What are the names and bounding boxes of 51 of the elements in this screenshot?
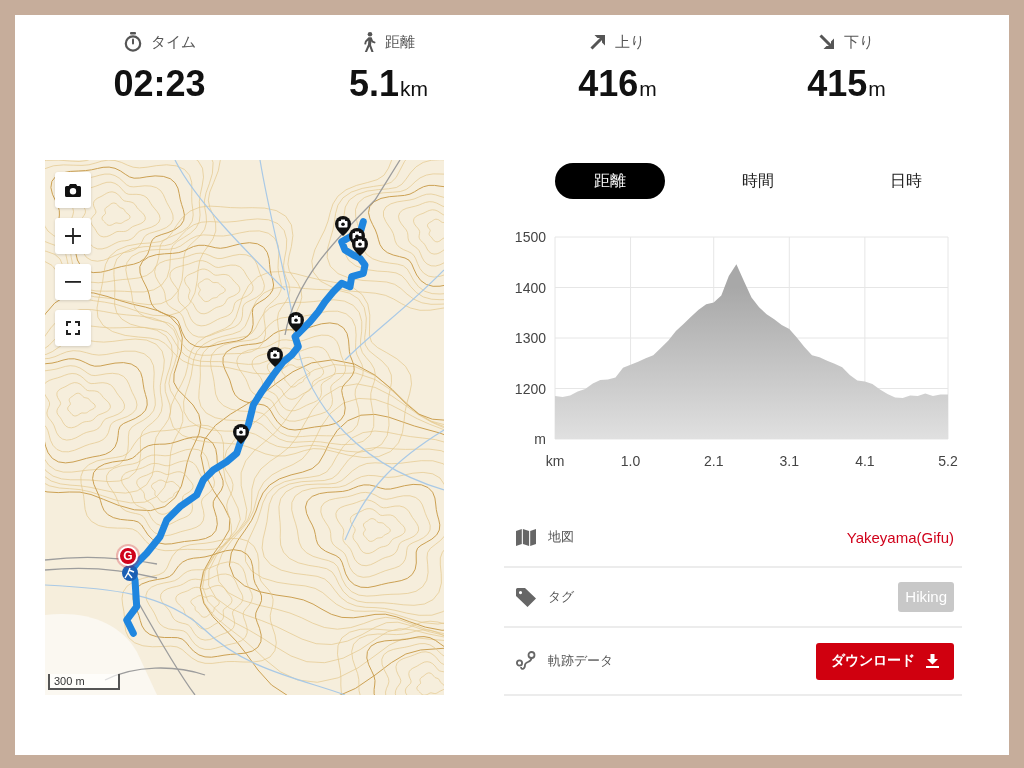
y-axis-label: 1200 — [514, 380, 546, 397]
scale-bar: 300 m — [48, 674, 120, 690]
download-icon — [926, 654, 939, 668]
stat-value: 5.1km — [348, 64, 428, 106]
stat-label: タイム — [150, 32, 196, 52]
x-axis-label: 4.1 — [855, 453, 875, 469]
walking-person-icon — [362, 32, 376, 52]
camera-pin-icon[interactable] — [267, 347, 283, 367]
stopwatch-icon — [123, 32, 142, 52]
y-axis-label: 1300 — [514, 330, 546, 346]
camera-pin-icon[interactable] — [233, 424, 249, 444]
stat-label: 上り — [615, 32, 645, 52]
detail-label: タグ — [548, 588, 574, 606]
stat-value: 415m — [807, 64, 886, 106]
topographic-map[interactable] — [45, 160, 444, 695]
zoom-out-button[interactable] — [55, 264, 91, 300]
route-icon — [516, 651, 536, 671]
y-axis-label: 1400 — [514, 279, 546, 296]
tag-icon — [516, 587, 536, 607]
x-axis-label: km — [545, 453, 565, 469]
camera-pin-icon[interactable] — [352, 236, 368, 256]
download-button[interactable]: ダウンロード — [816, 642, 954, 680]
fullscreen-button[interactable] — [55, 310, 91, 346]
arrow-down-right-icon — [819, 34, 835, 50]
plus-icon — [65, 228, 81, 244]
detail-label: 軌跡データ — [548, 652, 613, 670]
x-axis-label: 3.1 — [779, 453, 799, 469]
chart-tab[interactable]: 日時 — [851, 163, 961, 199]
camera-pin-icon[interactable] — [288, 312, 304, 332]
zoom-in-button[interactable] — [55, 218, 91, 254]
camera-button[interactable] — [55, 172, 91, 208]
arrow-up-right-icon — [590, 34, 606, 50]
x-axis-label: 5.2 — [938, 453, 958, 469]
chart-tab[interactable]: 時間 — [703, 163, 813, 199]
stat-value: 02:23 — [113, 64, 206, 104]
fullscreen-icon — [66, 321, 80, 335]
camera-icon — [65, 183, 81, 197]
y-axis-label: m — [534, 431, 546, 447]
chart-tab[interactable]: 距離 — [555, 163, 665, 199]
x-axis-label: 1.0 — [620, 453, 641, 469]
stat-label: 下り — [844, 32, 874, 52]
detail-label: 地図 — [548, 528, 574, 546]
map-link[interactable]: Yakeyama(Gifu) — [846, 528, 954, 546]
camera-pin-icon[interactable] — [335, 216, 351, 236]
minus-icon — [65, 281, 81, 283]
stat-value: 416m — [578, 64, 657, 106]
hiker-marker-icon[interactable] — [122, 565, 138, 581]
x-axis-label: 2.1 — [704, 453, 724, 469]
stat-label: 距離 — [385, 32, 415, 52]
y-axis-label: 1500 — [514, 229, 546, 245]
map-icon — [516, 528, 536, 546]
